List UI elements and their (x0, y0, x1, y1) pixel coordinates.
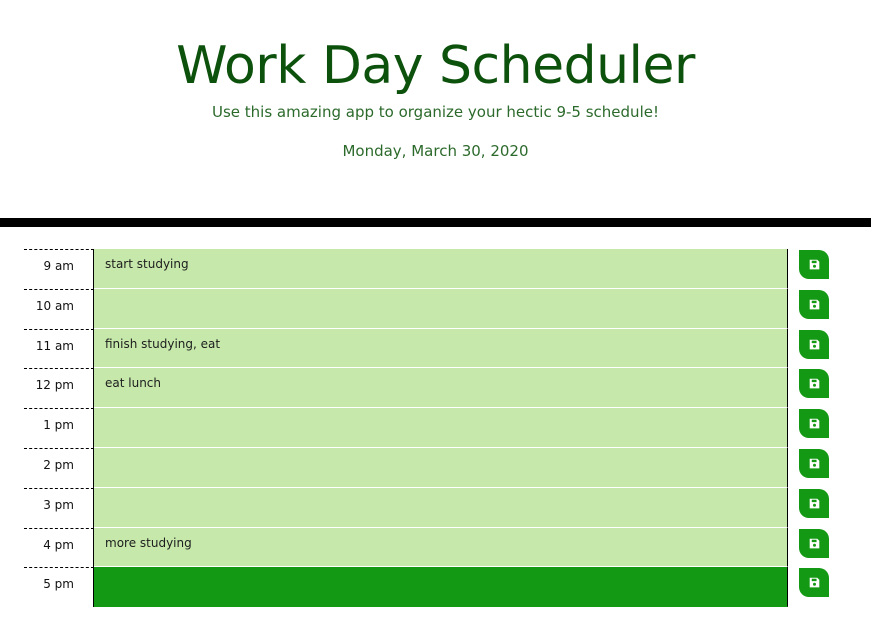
save-button[interactable] (799, 528, 829, 558)
hour-label: 12 pm (24, 368, 94, 409)
current-date: Monday, March 30, 2020 (342, 142, 529, 160)
save-icon (809, 259, 820, 270)
save-icon (809, 577, 820, 588)
time-block-4pm: 4 pm more studying (0, 527, 871, 568)
save-button[interactable] (799, 369, 829, 399)
save-button[interactable] (799, 448, 829, 478)
header-divider (0, 218, 871, 227)
event-description[interactable]: finish studying, eat (94, 328, 788, 369)
time-block-5pm: 5 pm (0, 567, 871, 608)
hour-label: 1 pm (24, 408, 94, 448)
event-description[interactable] (94, 487, 788, 528)
save-button[interactable] (799, 250, 829, 279)
event-description[interactable] (94, 447, 788, 488)
event-description[interactable]: start studying (94, 249, 788, 289)
save-button[interactable] (799, 329, 829, 359)
save-button[interactable] (799, 289, 829, 319)
hour-label: 4 pm (24, 527, 94, 568)
time-block-11am: 11 am finish studying, eat (0, 328, 871, 369)
event-description[interactable]: more studying (94, 527, 788, 568)
save-icon (809, 458, 820, 469)
event-description[interactable] (94, 288, 788, 329)
time-block-2pm: 2 pm (0, 447, 871, 488)
save-icon (809, 498, 820, 509)
event-description[interactable] (94, 567, 788, 608)
time-block-9am: 9 am start studying (0, 249, 871, 289)
time-block-10am: 10 am (0, 288, 871, 329)
save-icon (809, 299, 820, 310)
save-button[interactable] (799, 409, 829, 439)
time-block-12pm: 12 pm eat lunch (0, 368, 871, 409)
header: Work Day Scheduler Use this amazing app … (0, 0, 871, 218)
save-icon (809, 339, 820, 350)
save-button[interactable] (799, 568, 829, 598)
page-subtitle: Use this amazing app to organize your he… (212, 103, 659, 121)
event-description[interactable] (94, 408, 788, 448)
time-block-1pm: 1 pm (0, 408, 871, 448)
page-title: Work Day Scheduler (176, 36, 695, 96)
save-icon (809, 378, 820, 389)
save-button[interactable] (799, 488, 829, 518)
hour-label: 9 am (24, 249, 94, 289)
save-icon (809, 538, 820, 549)
event-description[interactable]: eat lunch (94, 368, 788, 409)
time-block-3pm: 3 pm (0, 487, 871, 528)
hour-label: 10 am (24, 288, 94, 329)
hour-label: 11 am (24, 328, 94, 369)
hour-label: 3 pm (24, 487, 94, 528)
hour-label: 2 pm (24, 447, 94, 488)
save-icon (809, 418, 820, 429)
schedule-list: 9 am start studying 10 am 11 am finish s… (0, 249, 871, 608)
hour-label: 5 pm (24, 567, 94, 608)
